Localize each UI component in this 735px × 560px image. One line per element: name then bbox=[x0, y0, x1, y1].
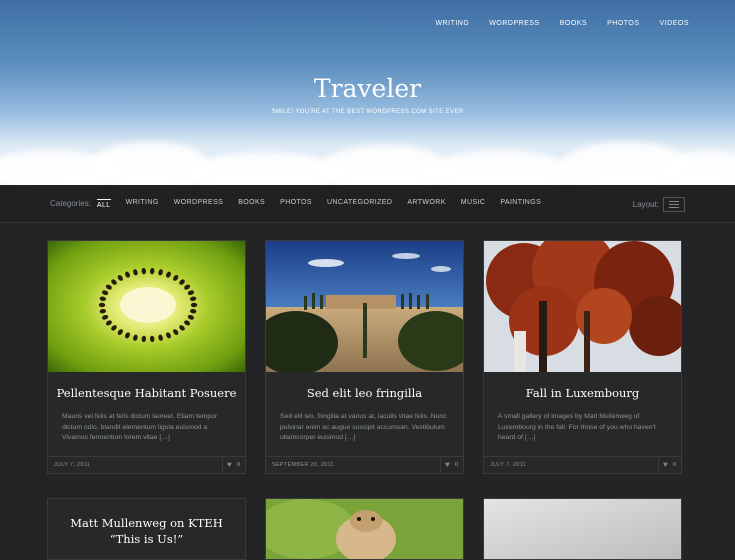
category-wordpress[interactable]: WORDPRESS bbox=[174, 199, 224, 209]
heart-icon: ♥ bbox=[227, 460, 232, 469]
post-date[interactable]: SEPTEMBER 20, 2011 bbox=[272, 462, 334, 468]
category-all[interactable]: ALL bbox=[96, 198, 111, 209]
nav-writing[interactable]: WRITING bbox=[435, 20, 469, 27]
post-card: Pellentesque Habitant Posuere Mauris vel… bbox=[47, 240, 246, 474]
like-count: 0 bbox=[237, 462, 241, 468]
header-hero: WRITING WORDPRESS BOOKS PHOTOS VIDEOS Tr… bbox=[0, 0, 735, 185]
site-title[interactable]: Traveler bbox=[0, 74, 735, 103]
like-count: 0 bbox=[455, 462, 459, 468]
like-button[interactable]: ♥ 0 bbox=[222, 457, 245, 473]
like-button[interactable]: ♥ 0 bbox=[658, 457, 681, 473]
layout-toggle-button[interactable] bbox=[663, 197, 685, 212]
kiwi-seed bbox=[98, 302, 106, 308]
category-books[interactable]: BOOKS bbox=[238, 199, 265, 209]
category-paintings[interactable]: PAINTINGS bbox=[500, 199, 541, 209]
heart-icon: ♥ bbox=[663, 460, 668, 469]
category-writing[interactable]: WRITING bbox=[126, 199, 159, 209]
category-bar: Categories: ALL WRITING WORDPRESS BOOKS … bbox=[0, 185, 735, 223]
category-artwork[interactable]: ARTWORK bbox=[407, 199, 445, 209]
category-photos[interactable]: PHOTOS bbox=[280, 199, 312, 209]
post-title[interactable]: Pellentesque Habitant Posuere bbox=[48, 386, 245, 400]
categories-label: Categories: bbox=[50, 199, 91, 208]
category-list: ALL WRITING WORDPRESS BOOKS PHOTOS UNCAT… bbox=[96, 198, 541, 209]
site-tagline: SMILE! YOU'RE AT THE BEST WORDPRESS.COM … bbox=[271, 109, 464, 115]
nav-photos[interactable]: PHOTOS bbox=[607, 20, 639, 27]
kiwi-seed bbox=[190, 302, 198, 308]
category-uncategorized[interactable]: UNCATEGORIZED bbox=[327, 199, 392, 209]
list-icon bbox=[669, 201, 679, 208]
post-excerpt: A small gallery of images by Matt Mullen… bbox=[498, 413, 656, 441]
post-title[interactable]: Fall in Luxembourg bbox=[484, 386, 681, 400]
post-date[interactable]: JULY 7, 2011 bbox=[490, 462, 526, 468]
nav-wordpress[interactable]: WORDPRESS bbox=[489, 20, 539, 27]
nav-books[interactable]: BOOKS bbox=[560, 20, 587, 27]
post-excerpt: Mauris vel felis at felis dictum laoreet… bbox=[62, 413, 218, 441]
post-card: Fall in Luxembourg A small gallery of im… bbox=[483, 240, 682, 474]
post-meta: JULY 7, 2011 ♥ 0 bbox=[48, 456, 245, 473]
post-thumbnail-grey[interactable] bbox=[484, 499, 681, 559]
post-meta: SEPTEMBER 20, 2011 ♥ 0 bbox=[266, 456, 463, 473]
post-thumbnail-landscape[interactable] bbox=[266, 241, 463, 372]
post-thumbnail-autumn-tree[interactable] bbox=[484, 241, 681, 372]
nav-videos[interactable]: VIDEOS bbox=[660, 20, 689, 27]
layout-label: Layout: bbox=[632, 200, 659, 209]
post-title[interactable]: Sed elit leo fringilla bbox=[266, 386, 463, 400]
post-excerpt: Sed elit leo, fringilla at varius at, ia… bbox=[280, 413, 447, 441]
like-count: 0 bbox=[673, 462, 677, 468]
main-nav: WRITING WORDPRESS BOOKS PHOTOS VIDEOS bbox=[435, 20, 689, 27]
like-button[interactable]: ♥ 0 bbox=[440, 457, 463, 473]
post-thumbnail-kiwi[interactable] bbox=[48, 241, 245, 372]
post-meta: JULY 7, 2011 ♥ 0 bbox=[484, 456, 681, 473]
post-thumbnail-groundhog[interactable] bbox=[266, 499, 463, 559]
heart-icon: ♥ bbox=[445, 460, 450, 469]
post-card: Sed elit leo fringilla Sed elit leo, fri… bbox=[265, 240, 464, 474]
post-title[interactable]: Matt Mullenweg on KTEH “This is Us!” bbox=[48, 515, 245, 547]
post-date[interactable]: JULY 7, 2011 bbox=[54, 462, 90, 468]
category-music[interactable]: MUSIC bbox=[461, 199, 486, 209]
layout-switcher: Layout: bbox=[633, 197, 685, 212]
